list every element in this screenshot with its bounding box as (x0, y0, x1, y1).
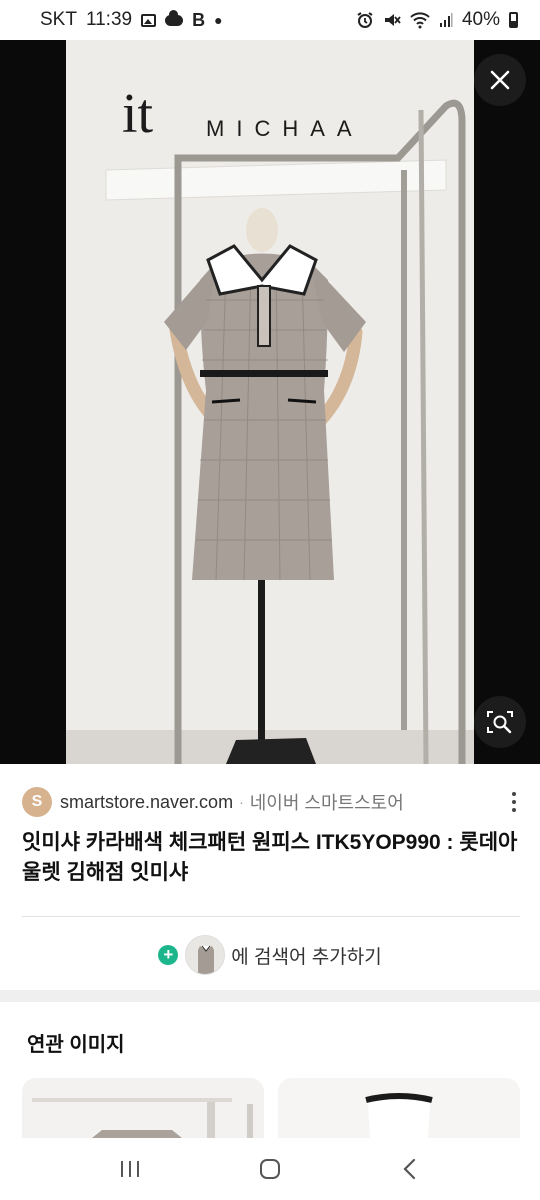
close-icon (490, 70, 510, 90)
brand-logo-text: MICHAA (206, 116, 364, 141)
back-button[interactable] (380, 1149, 440, 1189)
section-separator (0, 990, 540, 1002)
add-to-search-label: 에 검색어 추가하기 (231, 946, 382, 968)
carrier-label: SKT (40, 9, 77, 30)
image-search-button[interactable] (474, 696, 526, 748)
kebab-dot (512, 808, 516, 812)
related-image-1[interactable] (22, 1078, 264, 1138)
product-photo[interactable]: it MICHAA (66, 40, 474, 764)
mute-icon (384, 14, 401, 26)
divider (22, 916, 520, 917)
kebab-dot (512, 800, 516, 804)
add-to-search-button[interactable]: + 에 검색어 추가하기 (0, 930, 540, 980)
signal-icon (439, 13, 453, 27)
source-site-name: 네이버 스마트스토어 (249, 793, 404, 813)
battery-icon (509, 12, 518, 28)
source-row[interactable]: S smartstore.naver.com · 네이버 스마트스토어 (22, 786, 522, 818)
more-notifications-dot-icon: ● (214, 12, 223, 28)
home-icon (260, 1159, 280, 1179)
gallery-notification-icon (141, 13, 157, 27)
search-thumbnail (185, 935, 226, 975)
related-image-1-preview (22, 1078, 264, 1138)
related-image-2[interactable] (278, 1078, 520, 1138)
brand-logo-it: it (122, 83, 154, 145)
wifi-icon (410, 12, 430, 29)
close-button[interactable] (474, 54, 526, 106)
related-images-heading: 연관 이미지 (27, 1034, 125, 1056)
related-image-2-preview (278, 1078, 520, 1138)
home-button[interactable] (240, 1149, 300, 1189)
plus-icon: + (158, 945, 179, 965)
source-separator: · (239, 794, 244, 810)
recent-apps-button[interactable] (100, 1149, 160, 1189)
status-bar: SKT 11:39 B ● 40% (0, 0, 540, 40)
b-notification-icon: B (192, 9, 206, 30)
alarm-icon (357, 12, 373, 28)
status-right: 40% (356, 9, 518, 31)
image-search-icon (487, 711, 513, 734)
more-options-button[interactable] (506, 788, 522, 816)
result-title-link[interactable]: 잇미샤 카라배색 체크패턴 원피스 ITK5YOP990 : 롯데아울렛 김해점… (22, 828, 522, 888)
kebab-dot (512, 792, 516, 796)
image-viewer: it MICHAA (0, 40, 540, 764)
cloud-notification-icon (165, 9, 184, 26)
system-navigation-bar (0, 1138, 540, 1200)
back-icon (403, 1158, 416, 1180)
dress-thumbnail-icon (186, 936, 225, 974)
clock: 11:39 (85, 9, 133, 30)
battery-percent: 40% (461, 9, 500, 30)
dress-on-mannequin-image: it MICHAA (66, 40, 474, 764)
site-favicon: S (22, 787, 52, 817)
status-left: SKT 11:39 B ● (40, 9, 223, 31)
source-domain: smartstore.naver.com (60, 791, 234, 812)
recent-apps-icon (121, 1161, 139, 1177)
